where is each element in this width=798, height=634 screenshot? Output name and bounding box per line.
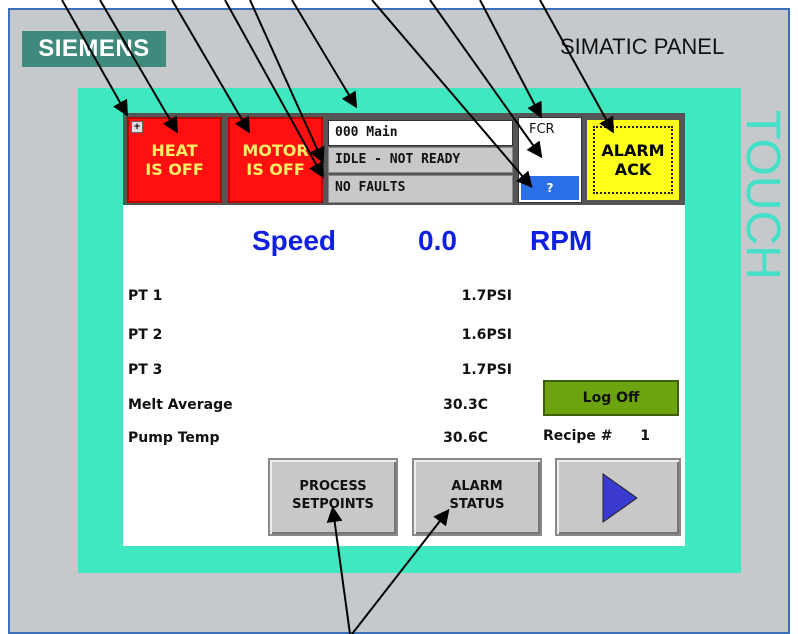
fault-status-field: NO FAULTS <box>328 175 513 203</box>
pump-temp-value: 30.6C <box>443 430 488 446</box>
speed-value: 0.0 <box>418 225 457 256</box>
heat-line1: HEAT <box>151 141 198 160</box>
pt1-label: PT 1 <box>128 288 163 304</box>
brand-logo: SIEMENS <box>22 31 166 67</box>
heat-line2: IS OFF <box>145 160 204 179</box>
alarm-status-button[interactable]: ALARM STATUS <box>412 458 542 536</box>
heat-status-button[interactable]: + HEAT IS OFF <box>127 117 222 203</box>
pt2-value: 1.6PSI <box>461 327 512 343</box>
fcr-box: FCR ? <box>518 117 582 203</box>
alarm-ack-button[interactable]: ALARM ACK <box>584 117 682 203</box>
next-screen-button[interactable] <box>555 458 681 536</box>
touch-side-label: TOUCH <box>736 110 789 280</box>
speed-unit: RPM <box>530 225 593 256</box>
recipe-label: Recipe # <box>543 428 613 444</box>
recipe-number: 1 <box>640 428 650 444</box>
motor-line2: IS OFF <box>246 160 305 179</box>
pt1-value: 1.7PSI <box>461 288 512 304</box>
alarm-ack-line1: ALARM <box>601 141 665 160</box>
melt-average-label: Melt Average <box>128 397 233 413</box>
process-setpoints-button[interactable]: PROCESS SETPOINTS <box>268 458 398 536</box>
pt3-label: PT 3 <box>128 362 163 378</box>
alarm-ack-line2: ACK <box>614 160 652 179</box>
right-arrow-icon <box>602 473 638 523</box>
pt2-label: PT 2 <box>128 327 163 343</box>
motor-status-button[interactable]: MOTOR IS OFF <box>228 117 323 203</box>
screen-name-field: 000 Main <box>328 120 513 146</box>
motor-line1: MOTOR <box>242 141 309 160</box>
pin-icon: + <box>131 121 143 133</box>
help-button[interactable]: ? <box>521 176 579 200</box>
speed-label: Speed <box>252 225 337 256</box>
melt-average-value: 30.3C <box>443 397 488 413</box>
recipe-readout: Recipe # 1 <box>543 428 650 444</box>
log-off-button[interactable]: Log Off <box>543 380 679 416</box>
pt3-value: 1.7PSI <box>461 362 512 378</box>
machine-state-field: IDLE - NOT READY <box>328 147 513 173</box>
fcr-label: FCR <box>529 122 555 137</box>
panel-model-label: SIMATIC PANEL <box>560 34 725 59</box>
pump-temp-label: Pump Temp <box>128 430 220 446</box>
